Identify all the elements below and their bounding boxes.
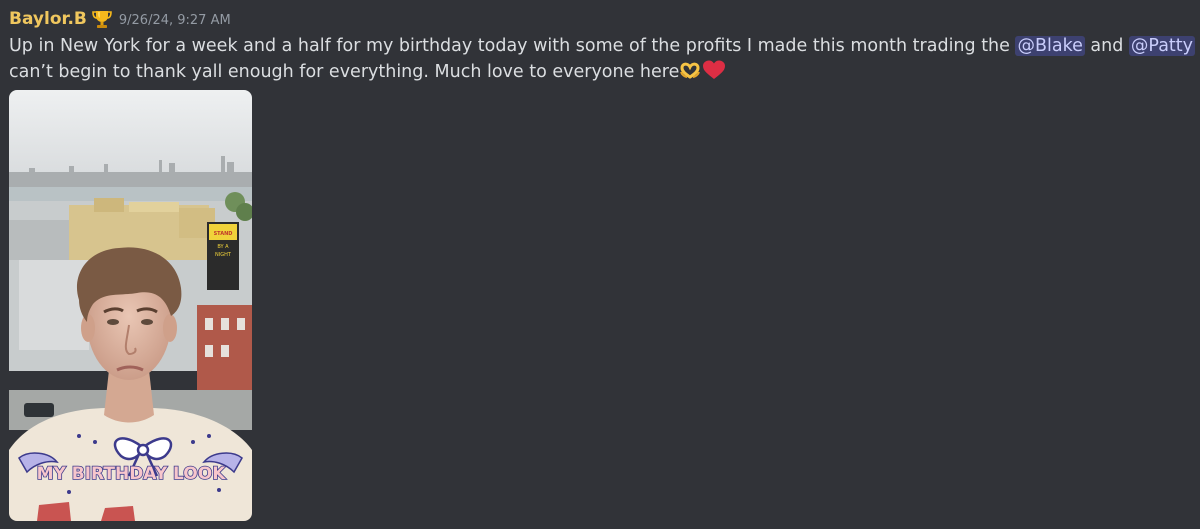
billboard-text: BY A <box>217 244 229 250</box>
username[interactable]: Baylor.B <box>9 9 87 29</box>
mention-patty[interactable]: @Patty <box>1128 36 1195 56</box>
message-line-1: Up in New York for a week and a half for… <box>9 34 1199 59</box>
message-text: Up in New York for a week and a half for… <box>9 36 1016 56</box>
chat-message: Baylor.B 9/26/24, 9:27 AM Up in New York… <box>0 0 1200 529</box>
mention-blake[interactable]: @Blake <box>1015 36 1085 56</box>
car <box>24 403 54 417</box>
message-text: can’t begin to thank yall enough for eve… <box>9 62 680 82</box>
billboard-text: NIGHT <box>215 252 232 258</box>
message-header: Baylor.B 9/26/24, 9:27 AM <box>9 6 1200 32</box>
sticker-text: MY BIRTHDAY LOOK <box>37 464 227 484</box>
message-line-2: can’t begin to thank yall enough for eve… <box>9 59 1199 85</box>
image-attachment[interactable]: STAND BY A NIGHT MY BIRTHDAY LOOK <box>9 90 252 521</box>
sky <box>9 90 252 185</box>
message-text: model <box>1195 36 1200 56</box>
timestamp: 9/26/24, 9:27 AM <box>118 12 231 28</box>
message-content: Up in New York for a week and a half for… <box>9 34 1199 85</box>
message-text: and <box>1084 36 1129 56</box>
red-heart-icon <box>701 59 726 81</box>
billboard-text: STAND <box>214 231 233 237</box>
heart-hands-icon <box>679 59 701 81</box>
trophy-icon <box>91 8 113 30</box>
